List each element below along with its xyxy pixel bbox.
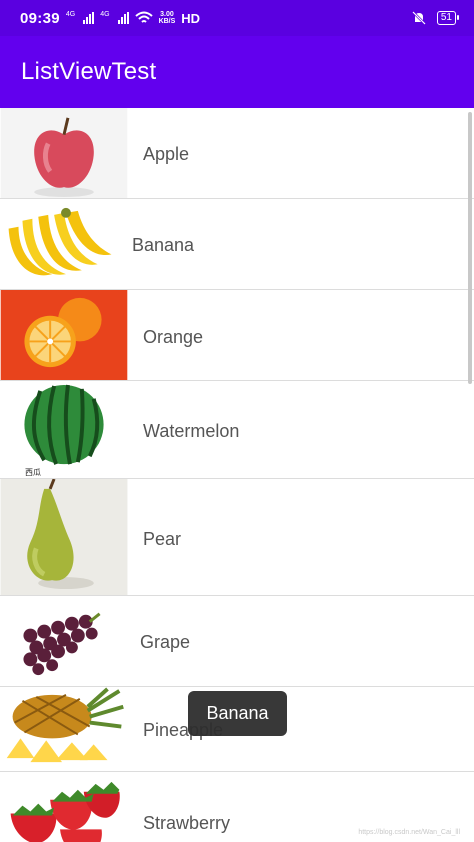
app-title: ListViewTest xyxy=(21,58,157,85)
speed-unit: KB/S xyxy=(158,18,176,25)
list-item-orange[interactable]: Orange xyxy=(0,290,474,381)
list-item-label: Grape xyxy=(140,632,191,652)
grape-image xyxy=(0,596,128,686)
list-item-apple[interactable]: Apple xyxy=(0,108,474,199)
list-item-label: Banana xyxy=(132,235,195,255)
list-item-label: Pear xyxy=(143,529,182,549)
list-item-watermelon[interactable]: 西瓜 Watermelon xyxy=(0,381,474,479)
toast-message: Banana xyxy=(188,691,287,736)
apple-image xyxy=(0,108,128,198)
toast-text: Banana xyxy=(206,703,269,723)
banana-image xyxy=(0,199,128,289)
network-type-1: 4G xyxy=(65,10,76,18)
battery-icon: 51 xyxy=(436,11,460,25)
pear-image xyxy=(0,479,128,595)
strawberry-image xyxy=(0,772,128,842)
watermelon-image: 西瓜 xyxy=(0,381,128,478)
list-item-banana[interactable]: Banana xyxy=(0,199,474,290)
status-bar: 09:39 4G 4G 3.00 KB/S HD 51 xyxy=(0,0,474,36)
network-speed: 3.00 KB/S xyxy=(159,11,176,25)
list-scrollbar[interactable] xyxy=(468,112,472,384)
list-item-label: Orange xyxy=(143,327,204,347)
watermelon-caption: 西瓜 xyxy=(25,468,41,477)
list-item-label: Apple xyxy=(143,144,190,164)
list-item-pear[interactable]: Pear xyxy=(0,479,474,596)
mute-icon xyxy=(411,11,426,25)
network-type-2: 4G xyxy=(100,10,110,18)
pineapple-image xyxy=(0,687,128,771)
orange-image xyxy=(0,290,128,380)
battery-level: 51 xyxy=(440,12,452,23)
signal-icon xyxy=(83,12,95,24)
status-time: 09:39 xyxy=(20,9,60,27)
list-item-label: Strawberry xyxy=(143,813,231,833)
speed-value: 3.00 xyxy=(160,11,174,18)
wifi-icon xyxy=(134,11,153,23)
hd-indicator: HD xyxy=(181,10,201,26)
app-bar: ListViewTest xyxy=(0,36,474,108)
watermark: https://blog.csdn.net/Wan_Cai_lll xyxy=(358,829,460,836)
list-item-grape[interactable]: Grape xyxy=(0,596,474,687)
list-item-label: Watermelon xyxy=(143,421,240,441)
signal-icon-2 xyxy=(117,12,129,24)
